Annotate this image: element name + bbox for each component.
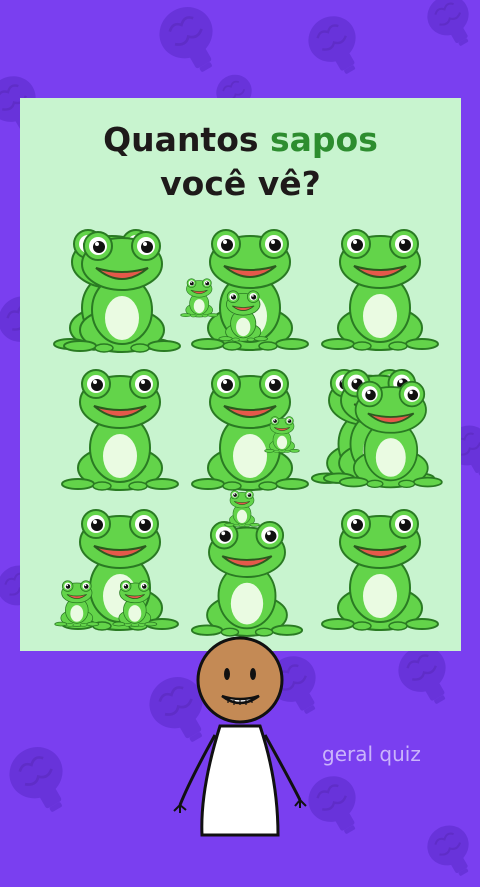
- frog-cell: [190, 368, 310, 493]
- frog-grid: [53, 228, 443, 637]
- quiz-card: Quantos sapos você vê?: [20, 98, 461, 651]
- question-prefix: Quantos: [103, 120, 271, 159]
- watermark: geral quiz: [322, 742, 421, 766]
- brain-lightbulb-icon: [390, 640, 462, 716]
- brain-lightbulb-icon: [300, 10, 372, 86]
- stick-figure-icon: [160, 630, 330, 860]
- frog-cell: [320, 228, 440, 353]
- question-title: Quantos sapos você vê?: [20, 118, 461, 206]
- frog-cell: [320, 508, 440, 633]
- brain-lightbulb-icon: [420, 0, 480, 57]
- frog-cell: [54, 508, 180, 633]
- frog-cell: [53, 228, 181, 353]
- frog-cell: [310, 368, 443, 493]
- frog-cell: [180, 228, 310, 353]
- question-highlight: sapos: [270, 120, 378, 159]
- brain-lightbulb-icon: [0, 740, 81, 825]
- frog-cell: [60, 368, 180, 493]
- question-line2: você vê?: [160, 164, 321, 203]
- frog-cell: [190, 490, 310, 637]
